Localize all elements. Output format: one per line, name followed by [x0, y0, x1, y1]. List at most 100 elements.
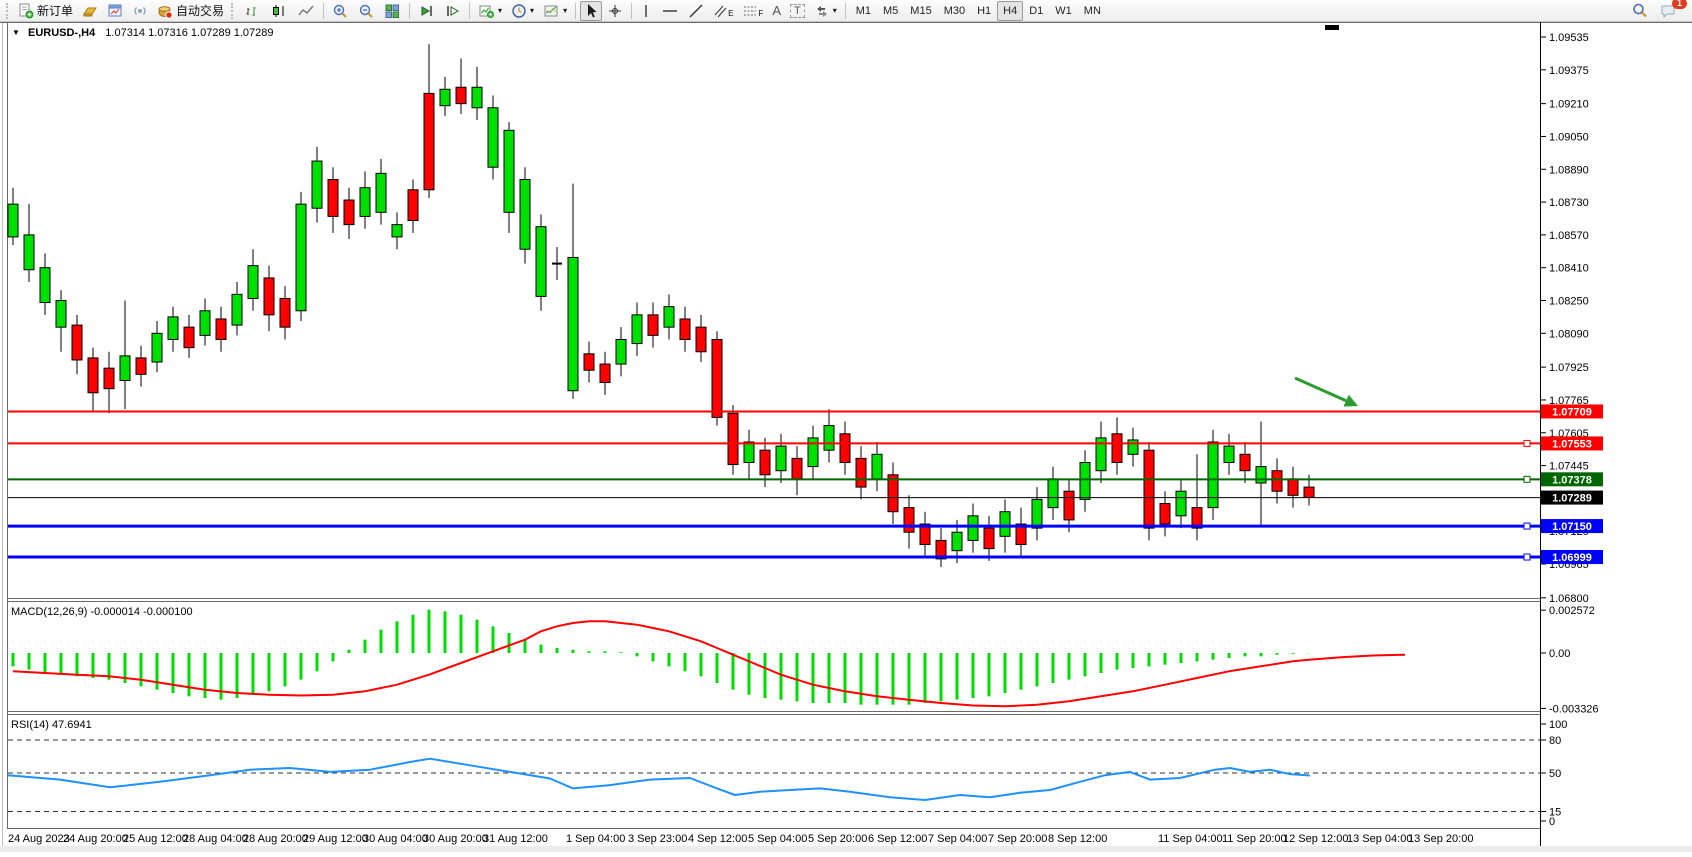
- candlestick: [1144, 450, 1154, 528]
- notifications-button[interactable]: 1: [1656, 1, 1682, 21]
- templates-button[interactable]: ▾: [539, 1, 571, 21]
- timeframe-M1[interactable]: M1: [850, 1, 877, 21]
- arrows-tool-button[interactable]: ▾: [810, 1, 841, 21]
- cursor-tool-button[interactable]: [580, 1, 602, 21]
- price-tick-label: 1.07445: [1549, 461, 1589, 473]
- tile-windows-button[interactable]: [380, 1, 405, 21]
- crosshair-tool-button[interactable]: [603, 1, 627, 21]
- search-button[interactable]: [1627, 1, 1652, 21]
- candlestick: [776, 446, 786, 471]
- text-tool-button[interactable]: A: [768, 1, 785, 21]
- rsi-tick-label: 100: [1549, 719, 1567, 731]
- auto-trading-button[interactable]: 自动交易: [153, 1, 228, 21]
- chart-shift-button[interactable]: [440, 1, 465, 21]
- line-handle[interactable]: [1524, 440, 1530, 446]
- separator: [631, 3, 632, 19]
- timeframe-M15[interactable]: M15: [904, 1, 937, 21]
- timeframe-M30[interactable]: M30: [938, 1, 971, 21]
- candlestick: [808, 438, 818, 467]
- bar-chart-type-button[interactable]: [239, 1, 265, 21]
- line-handle[interactable]: [1524, 554, 1530, 560]
- template-icon: [543, 3, 560, 19]
- candlestick: [120, 356, 130, 381]
- date-tick-label: 5 Sep 04:00: [748, 833, 807, 845]
- candlestick: [1112, 434, 1122, 463]
- zoom-out-button[interactable]: [354, 1, 379, 21]
- candlestick: [872, 454, 882, 479]
- price-tick-label: 1.08250: [1549, 296, 1589, 308]
- price-level-badge-label: 1.07289: [1552, 493, 1592, 505]
- candlestick: [200, 311, 210, 336]
- dropdown-caret-icon: ▾: [833, 6, 837, 15]
- macd-tick-label: 0.002572: [1549, 605, 1595, 617]
- periods-button[interactable]: ▾: [507, 1, 538, 21]
- date-tick-label: 3 Sep 23:00: [628, 833, 687, 845]
- timeframe-MN[interactable]: MN: [1078, 1, 1107, 21]
- line-handle[interactable]: [1524, 476, 1530, 482]
- indicators-button[interactable]: ▾: [474, 1, 506, 21]
- fibonacci-tool-button[interactable]: F: [738, 1, 767, 21]
- date-tick-label: 4 Sep 12:00: [688, 833, 747, 845]
- price-tick-label: 1.08730: [1549, 197, 1589, 209]
- candlestick: [712, 339, 722, 417]
- candlestick: [24, 235, 34, 270]
- channel-letter: E: [728, 9, 733, 18]
- candlestick: [376, 173, 386, 212]
- date-tick-label: 31 Aug 12:00: [483, 833, 548, 845]
- fibonacci-icon: [742, 3, 758, 19]
- new-order-label: 新订单: [37, 2, 73, 19]
- price-tick-label: 1.09050: [1549, 131, 1589, 143]
- broadcast-icon: [132, 3, 148, 19]
- candlestick: [952, 532, 962, 550]
- price-tick-label: 1.06800: [1549, 593, 1589, 605]
- bar-chart-icon: [243, 3, 261, 19]
- text-label-tool-button[interactable]: T: [786, 1, 809, 21]
- market-depth-button[interactable]: [78, 1, 102, 21]
- notification-badge: 1: [1672, 0, 1687, 9]
- chart-shift-icon: [444, 3, 461, 19]
- timeframe-H1[interactable]: H1: [971, 1, 997, 21]
- candlestick: [888, 475, 898, 512]
- horizontal-line-tool-button[interactable]: [657, 1, 683, 21]
- date-tick-label: 6 Sep 12:00: [868, 833, 927, 845]
- annotation-arrow-line[interactable]: [1295, 378, 1346, 401]
- date-tick-label: 30 Aug 20:00: [423, 833, 488, 845]
- broadcast-button[interactable]: [128, 1, 152, 21]
- timeframe-D1[interactable]: D1: [1023, 1, 1049, 21]
- chart-canvas[interactable]: 1.095351.093751.092101.090501.088901.087…: [0, 22, 1692, 852]
- new-order-button[interactable]: 新订单: [14, 1, 77, 21]
- price-tick-label: 1.07925: [1549, 362, 1589, 374]
- candlestick: [360, 188, 370, 217]
- price-level-badge-label: 1.07553: [1552, 438, 1592, 450]
- date-tick-label: 11 Sep 04:00: [1158, 833, 1223, 845]
- date-tick-label: 11 Sep 20:00: [1222, 833, 1287, 845]
- candlestick-chart-type-button[interactable]: [266, 1, 292, 21]
- candlestick: [856, 458, 866, 487]
- equidistant-channel-tool-button[interactable]: E: [709, 1, 737, 21]
- date-tick-label: 29 Aug 12:00: [303, 833, 368, 845]
- line-chart-type-button[interactable]: [293, 1, 319, 21]
- separator: [845, 3, 846, 19]
- candlestick: [1048, 479, 1058, 508]
- rsi-tick-label: 50: [1549, 768, 1561, 780]
- date-tick-label: 7 Sep 20:00: [988, 833, 1047, 845]
- candlestick: [1176, 491, 1186, 516]
- timeframe-H4[interactable]: H4: [997, 1, 1023, 21]
- candlestick: [88, 358, 98, 393]
- candlestick: [968, 516, 978, 541]
- text-label-icon: T: [790, 4, 805, 18]
- trendline-tool-button[interactable]: [684, 1, 708, 21]
- zoom-in-button[interactable]: [328, 1, 353, 21]
- date-tick-label: 25 Aug 12:00: [123, 833, 188, 845]
- candlestick: [1240, 454, 1250, 470]
- chart-window-button[interactable]: [103, 1, 127, 21]
- line-handle[interactable]: [1524, 523, 1530, 529]
- auto-scroll-button[interactable]: [414, 1, 439, 21]
- price-level-badge-label: 1.07709: [1552, 406, 1592, 418]
- vertical-line-tool-button[interactable]: [636, 1, 656, 21]
- candlestick: [488, 108, 498, 167]
- auto-trading-label: 自动交易: [176, 2, 224, 19]
- timeframe-M5[interactable]: M5: [877, 1, 904, 21]
- timeframe-W1[interactable]: W1: [1049, 1, 1078, 21]
- date-tick-label: 24 Aug 20:00: [63, 833, 128, 845]
